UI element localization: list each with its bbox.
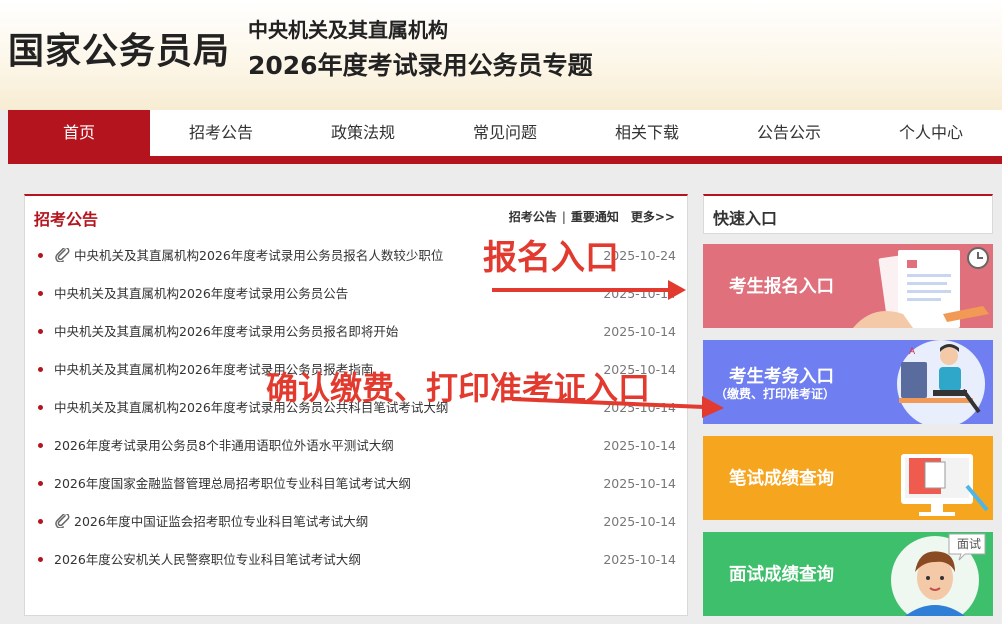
notice-panel-links: 招考公告 | 重要通知 更多>> <box>509 208 675 225</box>
notice-text: 2026年度国家金融监督管理总局招考职位专业科目笔试考试大纲 <box>54 476 411 491</box>
document-illustration-icon <box>853 247 989 328</box>
nav-item-personal-center[interactable]: 个人中心 <box>860 110 1002 156</box>
payment-arrow-icon <box>512 396 724 418</box>
paperclip-icon <box>55 248 70 262</box>
list-item[interactable]: 中央机关及其直属机构2026年度考试录用公务员报名即将开始 2025-10-14 <box>25 313 687 351</box>
bullet-icon <box>38 519 43 524</box>
link-separator: | <box>561 210 566 224</box>
notice-text: 中央机关及其直属机构2026年度考试录用公务员公告 <box>54 286 349 301</box>
bullet-icon <box>38 557 43 562</box>
quick-entry-header: 快速入口 <box>703 194 993 234</box>
svg-text:A: A <box>909 347 916 357</box>
bullet-icon <box>38 291 43 296</box>
list-item[interactable]: 2026年度公安机关人民警察职位专业科目笔试考试大纲 2025-10-14 <box>25 541 687 579</box>
link-important-notices[interactable]: 重要通知 <box>571 210 619 224</box>
bullet-icon <box>38 253 43 258</box>
link-announcements[interactable]: 招考公告 <box>509 210 557 224</box>
registration-entry-button[interactable]: 考生报名入口 <box>703 244 993 328</box>
notice-text: 中央机关及其直属机构2026年度考试录用公务员报名即将开始 <box>54 324 399 339</box>
more-link[interactable]: 更多>> <box>631 210 675 224</box>
list-item[interactable]: 2026年度中国证监会招考职位专业科目笔试考试大纲 2025-10-14 <box>25 503 687 541</box>
registration-entry-label: 考生报名入口 <box>729 277 834 297</box>
notice-date: 2025-10-14 <box>603 514 676 529</box>
notice-date: 2025-10-14 <box>603 476 676 491</box>
notice-text: 中央机关及其直属机构2026年度考试录用公务员报名人数较少职位 <box>74 248 444 263</box>
nav-item-notices[interactable]: 公告公示 <box>718 110 860 156</box>
notice-date: 2025-10-14 <box>603 552 676 567</box>
bullet-icon <box>38 367 43 372</box>
page-title: 2026年度考试录用公务员专题 <box>248 51 593 80</box>
interview-score-query-button[interactable]: 面试 面试成绩查询 <box>703 532 993 616</box>
bullet-icon <box>38 481 43 486</box>
paperclip-icon <box>55 514 70 528</box>
nav-item-faq[interactable]: 常见问题 <box>434 110 576 156</box>
bullet-icon <box>38 405 43 410</box>
exam-affairs-entry-button[interactable]: A 考生考务入口 （缴费、打印准考证） <box>703 340 993 424</box>
notice-date: 2025-10-14 <box>603 438 676 453</box>
signup-arrow-icon <box>492 280 686 300</box>
list-item[interactable]: 2026年度国家金融监督管理总局招考职位专业科目笔试考试大纲 2025-10-14 <box>25 465 687 503</box>
nav-item-downloads[interactable]: 相关下载 <box>576 110 718 156</box>
main-nav: 首页 招考公告 政策法规 常见问题 相关下载 公告公示 个人中心 <box>8 110 1002 164</box>
written-score-query-button[interactable]: 笔试成绩查询 <box>703 436 993 520</box>
notice-text: 2026年度考试录用公务员8个非通用语职位外语水平测试大纲 <box>54 438 394 453</box>
nav-item-home[interactable]: 首页 <box>8 110 150 156</box>
nav-item-policies[interactable]: 政策法规 <box>292 110 434 156</box>
interview-badge: 面试 <box>957 537 982 551</box>
notice-text: 2026年度中国证监会招考职位专业科目笔试考试大纲 <box>74 514 369 529</box>
notice-text: 2026年度公安机关人民警察职位专业科目笔试考试大纲 <box>54 552 361 567</box>
signup-annotation: 报名入口 <box>483 238 619 278</box>
computer-score-icon <box>901 454 989 516</box>
written-score-query-label: 笔试成绩查询 <box>729 469 834 489</box>
list-item[interactable]: 2026年度考试录用公务员8个非通用语职位外语水平测试大纲 2025-10-14 <box>25 427 687 465</box>
site-header: 国家公务员局 中央机关及其直属机构 2026年度考试录用公务员专题 <box>0 0 1002 110</box>
bullet-icon <box>38 329 43 334</box>
exam-affairs-entry-sublabel: （缴费、打印准考证） <box>715 387 836 401</box>
notice-panel-title: 招考公告 <box>34 210 99 229</box>
nav-item-announcements[interactable]: 招考公告 <box>150 110 292 156</box>
header-subtitle: 中央机关及其直属机构 <box>248 18 448 42</box>
notice-date: 2025-10-14 <box>603 324 676 339</box>
site-logo[interactable]: 国家公务员局 <box>8 22 230 74</box>
bullet-icon <box>38 443 43 448</box>
interview-score-query-label: 面试成绩查询 <box>729 565 834 585</box>
quick-entry-title: 快速入口 <box>713 209 778 228</box>
student-at-desk-icon: A <box>897 340 985 424</box>
